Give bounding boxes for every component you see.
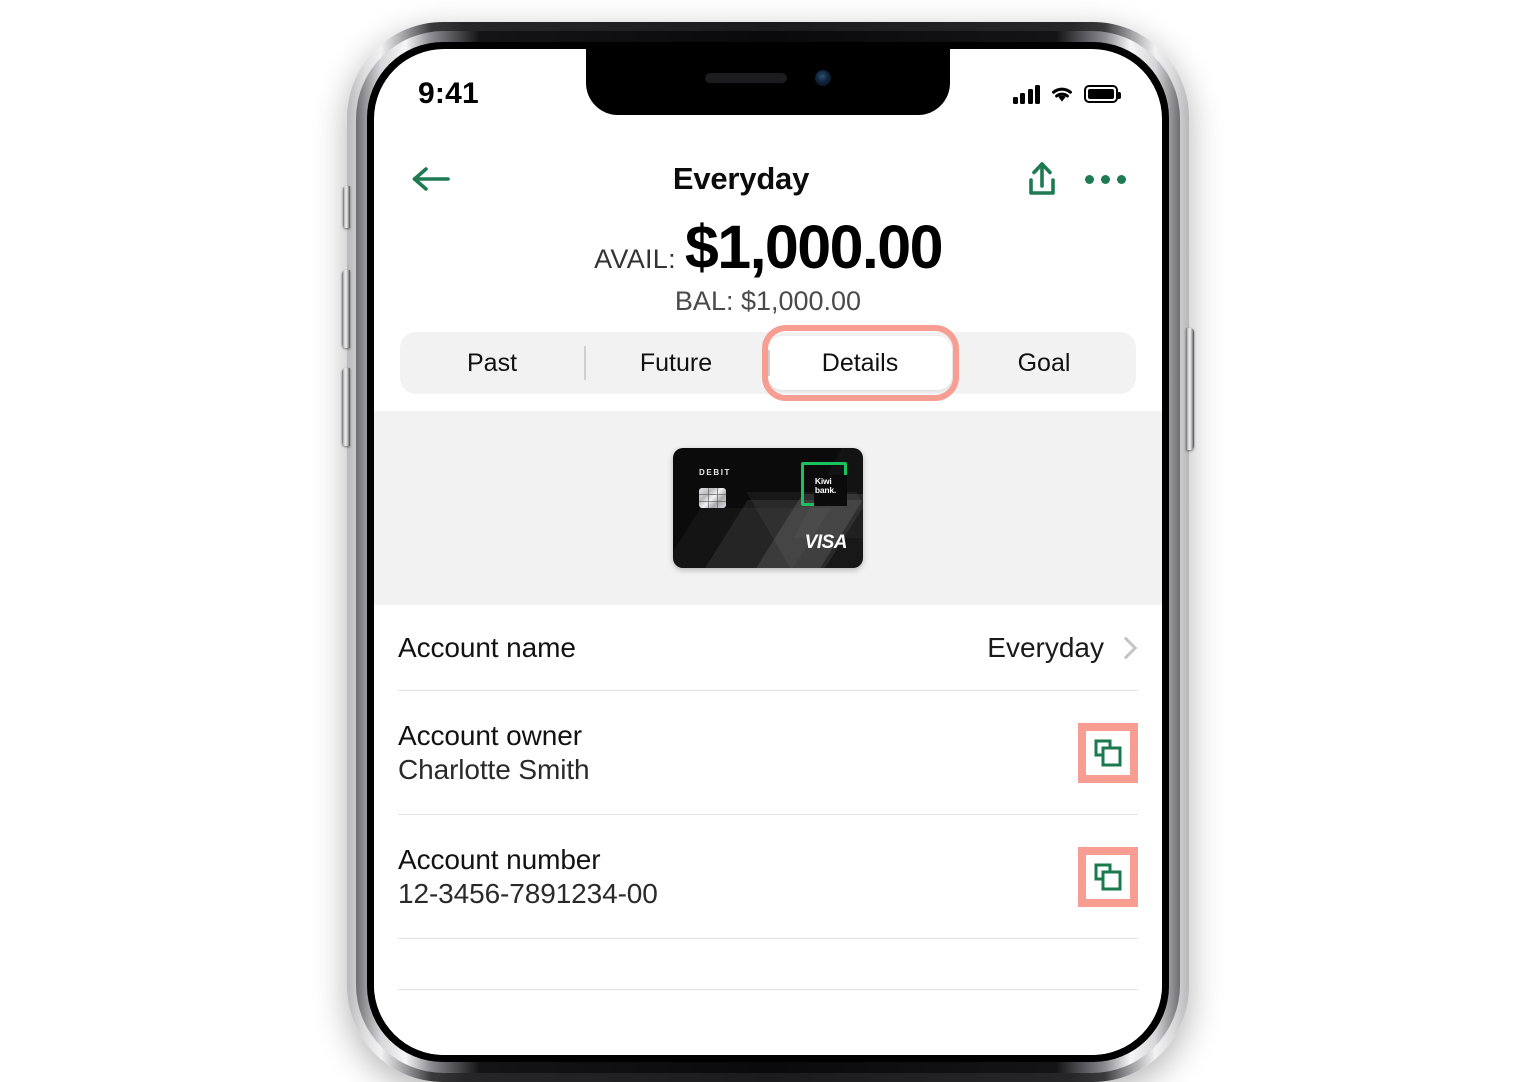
detail-label: Account name — [398, 631, 576, 663]
more-horizontal-icon — [1117, 174, 1126, 184]
more-options-button[interactable] — [1085, 174, 1126, 184]
detail-row-account-number[interactable]: Account number 12-3456-7891234-00 — [398, 815, 1138, 939]
tab-label: Goal — [1017, 348, 1071, 377]
detail-value: 12-3456-7891234-00 — [398, 877, 658, 909]
detail-row-next-partial — [398, 939, 1138, 990]
share-icon — [1029, 162, 1055, 195]
tab-past[interactable]: Past — [400, 332, 584, 394]
debit-card-image[interactable]: DEBIT Kiwi bank. VISA — [673, 448, 863, 568]
status-bar-time: 9:41 — [418, 77, 479, 110]
visa-logo: VISA — [804, 532, 848, 553]
page-title: Everyday — [672, 161, 810, 196]
balance-summary: AVAIL: $1,000.00 BAL: $1,000.00 — [374, 215, 1162, 317]
detail-label: Account owner — [398, 719, 582, 751]
tab-label: Future — [639, 348, 713, 377]
tab-label: Details — [821, 348, 899, 377]
phone-device-mockup: 9:41 Everyday AVAIL: $1,000.00 BAL: $1,0… — [342, 22, 1194, 1082]
tab-bar: Past Future Details Goal — [400, 325, 1136, 401]
volume-down-button[interactable] — [342, 368, 350, 446]
tab-future[interactable]: Future — [584, 332, 768, 394]
back-button[interactable] — [410, 164, 464, 194]
detail-row-left: Account number 12-3456-7891234-00 — [398, 844, 658, 910]
detail-label: Account number — [398, 843, 601, 875]
share-button[interactable] — [1025, 160, 1059, 198]
power-button[interactable] — [1186, 328, 1194, 450]
copy-account-owner-button[interactable] — [1078, 722, 1138, 783]
cellular-bars-icon — [1012, 84, 1040, 104]
kiwibank-logo: Kiwi bank. — [801, 462, 847, 506]
battery-full-icon — [1084, 85, 1121, 103]
copy-icon — [1094, 739, 1122, 766]
copy-account-number-button[interactable] — [1078, 846, 1138, 907]
detail-row-left: Account owner Charlotte Smith — [398, 719, 590, 786]
kiwibank-logo-line2: bank. — [814, 484, 837, 495]
chevron-right-icon[interactable] — [1114, 636, 1138, 659]
emv-chip-icon — [699, 488, 726, 508]
account-details-list: Account name Everyday Account owner Char… — [374, 605, 1162, 1055]
volume-up-button[interactable] — [342, 270, 350, 348]
detail-value: Charlotte Smith — [398, 753, 590, 785]
detail-row-account-owner[interactable]: Account owner Charlotte Smith — [398, 691, 1138, 815]
detail-value: Everyday — [987, 631, 1104, 663]
detail-row-left: Account name — [398, 632, 576, 664]
kiwibank-logo-text: Kiwi bank. — [815, 477, 836, 494]
app-header: Everyday — [374, 145, 1162, 213]
status-bar-indicators — [1012, 84, 1121, 104]
wifi-icon — [1052, 87, 1072, 102]
detail-row-right: Everyday — [987, 632, 1138, 664]
detail-row-account-name[interactable]: Account name Everyday — [398, 605, 1138, 691]
front-camera-icon — [815, 70, 831, 86]
available-balance-row: AVAIL: $1,000.00 — [374, 215, 1162, 279]
arrow-left-icon — [412, 167, 450, 191]
account-tabs: Past Future Details Goal — [400, 325, 1136, 401]
more-horizontal-icon — [1101, 174, 1110, 184]
device-notch — [586, 49, 950, 115]
mute-switch-button[interactable] — [343, 186, 350, 228]
more-horizontal-icon — [1085, 174, 1094, 184]
copy-icon — [1094, 863, 1122, 890]
tab-goal[interactable]: Goal — [952, 332, 1136, 394]
detail-row-right — [1078, 722, 1138, 783]
earpiece-speaker-icon — [705, 73, 787, 83]
phone-screen: 9:41 Everyday AVAIL: $1,000.00 BAL: $1,0… — [374, 49, 1162, 1055]
total-balance-line: BAL: $1,000.00 — [674, 286, 862, 317]
debit-card-panel: DEBIT Kiwi bank. VISA — [374, 411, 1162, 605]
card-type-label: DEBIT — [699, 468, 731, 477]
available-balance-label: AVAIL: — [594, 244, 676, 274]
detail-row-right — [1078, 846, 1138, 907]
header-actions — [1018, 160, 1126, 198]
tab-label: Past — [466, 348, 518, 377]
tab-details[interactable]: Details — [768, 336, 952, 390]
available-balance-amount: $1,000.00 — [684, 213, 944, 281]
